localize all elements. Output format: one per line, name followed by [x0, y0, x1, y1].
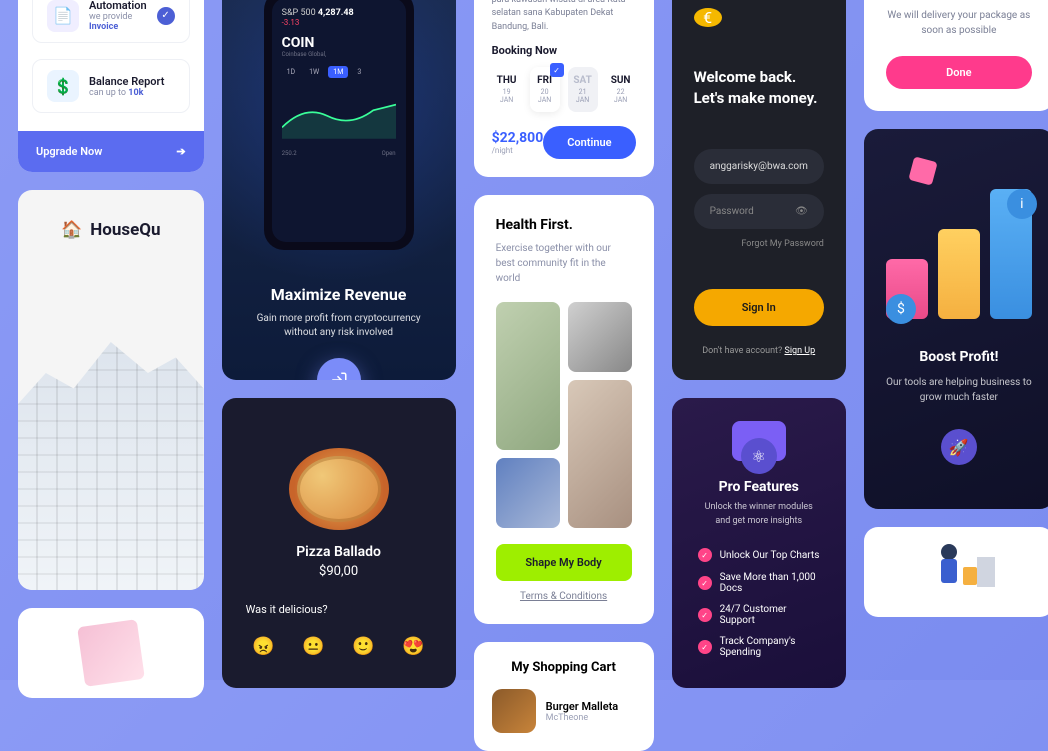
signin-button[interactable]: Sign In	[694, 289, 824, 326]
cart-title: My Shopping Cart	[492, 660, 636, 675]
time-tabs[interactable]: 1D1W1M3	[282, 66, 396, 78]
bar-chart: $ i	[886, 159, 1032, 319]
health-title: Health First.	[496, 217, 632, 233]
password-input[interactable]: Password👁	[694, 194, 824, 229]
signup-link[interactable]: Sign Up	[784, 346, 815, 356]
check-icon: ✓	[698, 608, 712, 622]
shopping-illustration	[919, 537, 999, 607]
phone-mockup: S&P 500 4,287.48 -3.13 COIN Coinbase Glo…	[264, 0, 414, 250]
fitness-image	[496, 458, 560, 528]
pro-card: ⚛ Pro Features Unlock the winner modules…	[672, 398, 846, 688]
ticker-change: -3.13	[282, 18, 396, 27]
forgot-link[interactable]: Forgot My Password	[694, 239, 824, 249]
housequ-card[interactable]: 🏠 HouseQu	[18, 190, 204, 590]
receipt-card[interactable]	[18, 608, 204, 698]
email-input[interactable]: anggarisky@bwa.com	[694, 149, 824, 184]
coin-symbol: COIN	[282, 35, 396, 51]
arrow-right-icon: ➔	[176, 145, 185, 158]
check-icon: ✓	[698, 640, 712, 654]
day-thu[interactable]: THU19 JAN	[492, 67, 522, 112]
illustration-card[interactable]	[864, 527, 1048, 617]
welcome-title: Welcome back.Let's make money.	[694, 67, 824, 109]
shape-body-button[interactable]: Shape My Body	[496, 544, 632, 581]
day-sat: SAT21 JAN	[568, 67, 598, 112]
health-sub: Exercise together with our best communit…	[496, 241, 632, 286]
login-card: € Welcome back.Let's make money. anggari…	[672, 0, 846, 380]
features-card: 📄 Automation we provide Invoice ✓ 💲 Bala…	[18, 0, 204, 172]
feature-sub: we provide Invoice	[89, 12, 147, 32]
euro-icon: €	[694, 8, 722, 27]
boost-title: Boost Profit!	[886, 349, 1032, 365]
pizza-card: Pizza Ballado $90,00 Was it delicious? 😠…	[222, 398, 456, 688]
pro-feature: ✓Unlock Our Top Charts	[698, 548, 820, 562]
check-icon: ✓	[698, 548, 712, 562]
booking-label: Booking Now	[492, 44, 636, 57]
day-fri[interactable]: ✓FRI20 JAN	[530, 67, 560, 112]
feature-title: Balance Report	[89, 75, 175, 88]
cart-card: My Shopping Cart Burger Malleta McTheone	[474, 642, 654, 751]
crypto-title: Maximize Revenue	[271, 285, 407, 304]
boost-sub: Our tools are helping business to grow m…	[886, 375, 1032, 405]
terms-link[interactable]: Terms & Conditions	[496, 591, 632, 602]
eye-icon[interactable]: 👁	[795, 206, 808, 217]
rocket-button[interactable]: 🚀	[941, 429, 977, 465]
booking-desc: Pantai Pandawa adalah salah satu para ka…	[492, 0, 636, 34]
check-icon: ✓	[157, 7, 175, 25]
emoji-neutral[interactable]: 😐	[296, 628, 332, 664]
receipt-icon	[77, 619, 145, 687]
emoji-angry[interactable]: 😠	[246, 628, 282, 664]
day-sun[interactable]: SUN22 JAN	[606, 67, 636, 112]
automation-icon: 📄	[47, 0, 79, 32]
crypto-desc: Gain more profit from cryptocurrency wit…	[242, 312, 436, 340]
fitness-image	[568, 302, 632, 372]
check-icon: ✓	[698, 576, 712, 590]
success-sub: We will delivery your package as soon as…	[886, 8, 1032, 38]
pizza-image	[289, 448, 389, 530]
pro-sub: Unlock the winner modules and get more i…	[698, 501, 820, 528]
boost-card: $ i Boost Profit! Our tools are helping …	[864, 129, 1048, 509]
item-name: Burger Malleta	[546, 700, 619, 713]
success-card: Success Order We will delivery your pack…	[864, 0, 1048, 111]
fitness-image	[568, 380, 632, 528]
check-icon: ✓	[550, 63, 564, 77]
feature-title: Automation	[89, 0, 147, 12]
item-vendor: McTheone	[546, 713, 619, 723]
feature-sub: can up to 10k	[89, 88, 175, 98]
pro-feature: ✓24/7 Customer Support	[698, 604, 820, 626]
info-icon: i	[1007, 189, 1037, 219]
health-card: Health First. Exercise together with our…	[474, 195, 654, 624]
booking-per: /night	[492, 146, 544, 155]
pro-feature: ✓Track Company's Spending	[698, 636, 820, 658]
booking-price: $22,800	[492, 130, 544, 146]
dollar-icon: $	[886, 294, 916, 324]
housequ-logo: 🏠 HouseQu	[18, 220, 204, 240]
done-button[interactable]: Done	[886, 56, 1032, 89]
emoji-love[interactable]: 😍	[396, 628, 432, 664]
emoji-happy[interactable]: 🙂	[346, 628, 382, 664]
upgrade-button[interactable]: Upgrade Now ➔	[18, 131, 204, 172]
balance-icon: 💲	[47, 70, 79, 102]
pro-feature: ✓Save More than 1,000 Docs	[698, 572, 820, 594]
card-icon	[908, 156, 937, 185]
continue-button[interactable]: Continue	[543, 126, 635, 159]
house-icon: 🏠	[61, 220, 82, 240]
signup-prompt: Don't have account? Sign Up	[694, 346, 824, 356]
bar	[938, 229, 980, 319]
feature-automation[interactable]: 📄 Automation we provide Invoice ✓	[32, 0, 190, 43]
pro-icon: ⚛	[724, 438, 794, 461]
rating-question: Was it delicious?	[246, 603, 432, 616]
feature-balance[interactable]: 💲 Balance Report can up to 10k	[32, 59, 190, 113]
emoji-rating: 😠 😐 🙂 😍	[246, 628, 432, 664]
dish-price: $90,00	[246, 564, 432, 579]
fitness-image	[496, 302, 560, 450]
burger-image	[492, 689, 536, 733]
crypto-card: S&P 500 4,287.48 -3.13 COIN Coinbase Glo…	[222, 0, 456, 380]
cart-item[interactable]: Burger Malleta McTheone	[492, 689, 636, 733]
dish-name: Pizza Ballado	[246, 544, 432, 560]
building-image	[18, 280, 204, 590]
stock-chart	[282, 86, 396, 146]
booking-card: Pantai Pandawa adalah salah satu para ka…	[474, 0, 654, 177]
pro-title: Pro Features	[698, 479, 820, 495]
